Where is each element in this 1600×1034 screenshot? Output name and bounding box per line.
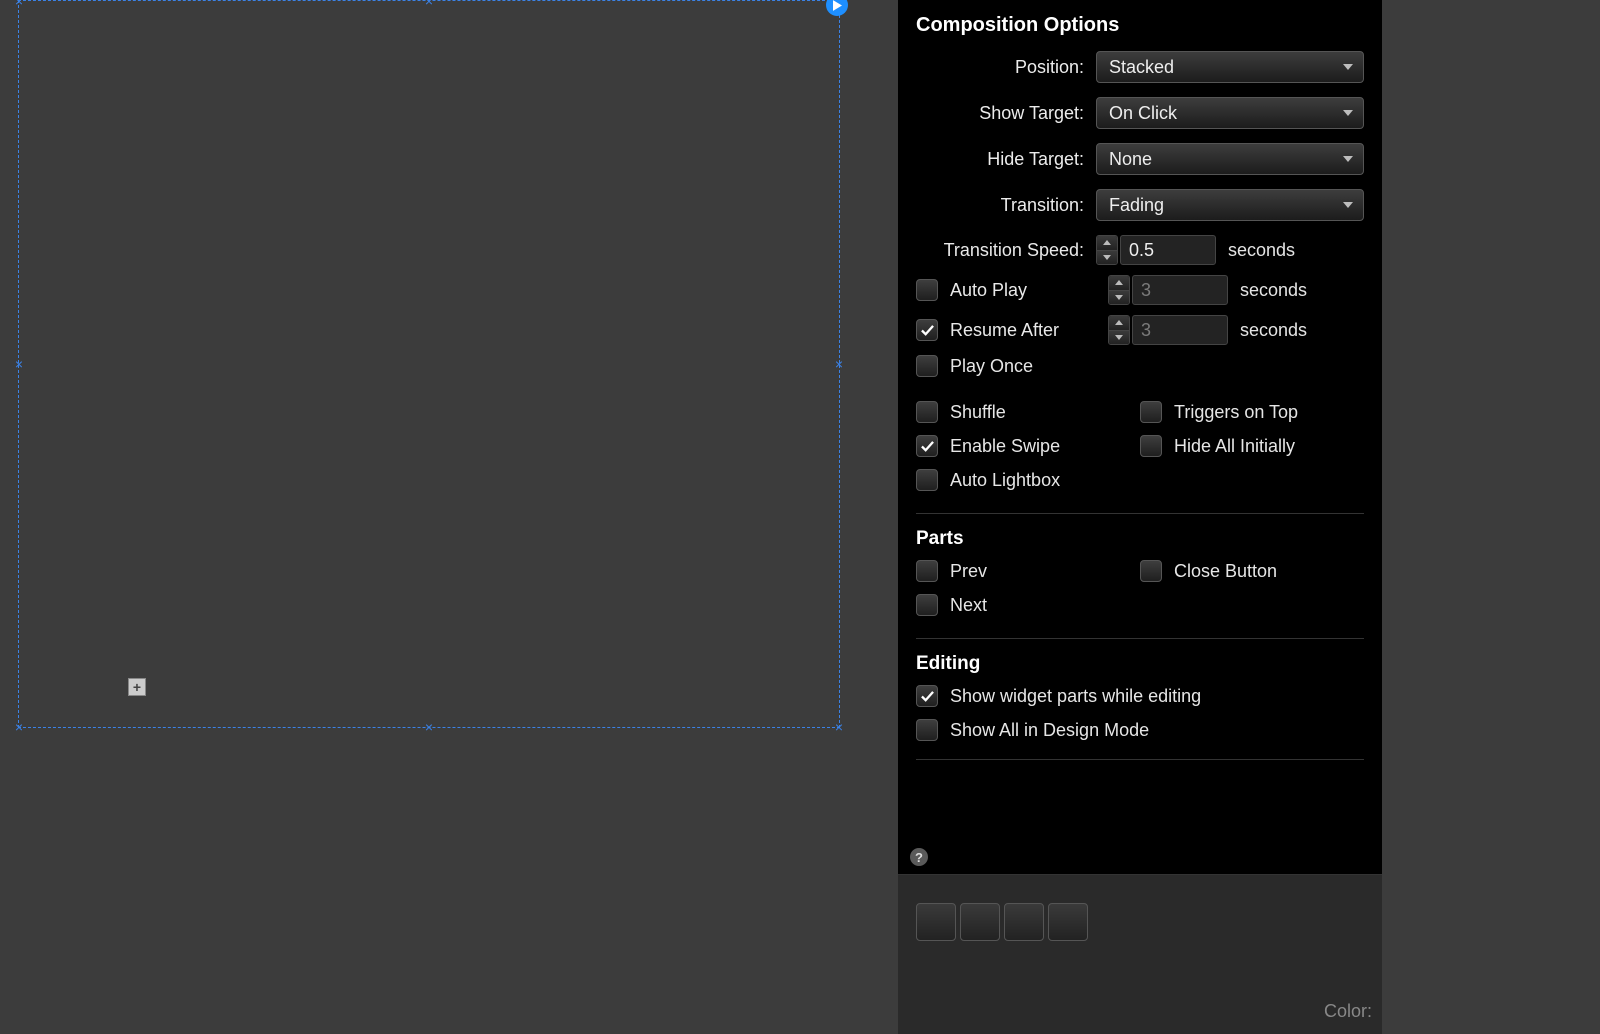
close-button-label: Close Button: [1174, 561, 1277, 582]
auto-play-label: Auto Play: [950, 280, 1027, 301]
auto-play-stepper[interactable]: [1108, 275, 1130, 305]
triggers-on-top-label: Triggers on Top: [1174, 402, 1298, 423]
show-all-design-label: Show All in Design Mode: [950, 720, 1149, 741]
color-label: Color:: [1324, 1001, 1372, 1022]
divider: [916, 759, 1364, 760]
transition-label: Transition:: [916, 195, 1096, 216]
hide-target-dropdown[interactable]: None: [1096, 143, 1364, 175]
position-value: Stacked: [1109, 57, 1174, 78]
transition-dropdown[interactable]: Fading: [1096, 189, 1364, 221]
footer-tab[interactable]: [916, 903, 956, 941]
show-target-label: Show Target:: [916, 103, 1096, 124]
next-checkbox[interactable]: [916, 594, 938, 616]
resize-handle-tm[interactable]: ×: [423, 0, 435, 7]
options-flyout-trigger-icon[interactable]: [826, 0, 848, 16]
footer-toolbar: Color:: [898, 875, 1382, 1034]
next-label: Next: [950, 595, 987, 616]
show-all-design-checkbox[interactable]: [916, 719, 938, 741]
play-once-checkbox[interactable]: [916, 355, 938, 377]
close-button-checkbox[interactable]: [1140, 560, 1162, 582]
resize-handle-bm[interactable]: ×: [423, 721, 435, 733]
position-dropdown[interactable]: Stacked: [1096, 51, 1364, 83]
chevron-down-icon: [1343, 64, 1353, 70]
transition-speed-stepper[interactable]: [1096, 235, 1118, 265]
resize-handle-tl[interactable]: ×: [13, 0, 25, 7]
show-parts-editing-label: Show widget parts while editing: [950, 686, 1201, 707]
resize-handle-bl[interactable]: ×: [13, 721, 25, 733]
chevron-down-icon: [1343, 202, 1353, 208]
selection-outline[interactable]: × × × × × × × ×: [18, 0, 840, 728]
shuffle-checkbox[interactable]: [916, 401, 938, 423]
position-label: Position:: [916, 57, 1096, 78]
panel-title: Composition Options: [916, 14, 1364, 37]
resize-handle-br[interactable]: ×: [833, 721, 845, 733]
resume-after-checkbox[interactable]: [916, 319, 938, 341]
resize-handle-mr[interactable]: ×: [833, 358, 845, 370]
auto-play-checkbox[interactable]: [916, 279, 938, 301]
footer-tab[interactable]: [1004, 903, 1044, 941]
show-target-value: On Click: [1109, 103, 1177, 124]
add-item-button[interactable]: +: [128, 678, 146, 696]
prev-label: Prev: [950, 561, 987, 582]
hide-all-initially-label: Hide All Initially: [1174, 436, 1295, 457]
parts-heading: Parts: [916, 528, 1364, 550]
shuffle-label: Shuffle: [950, 402, 1006, 423]
seconds-unit: seconds: [1240, 320, 1307, 341]
auto-play-field[interactable]: 3: [1132, 275, 1228, 305]
hide-target-label: Hide Target:: [916, 149, 1096, 170]
help-icon[interactable]: ?: [910, 848, 928, 866]
resume-after-field[interactable]: 3: [1132, 315, 1228, 345]
seconds-unit: seconds: [1228, 240, 1295, 261]
chevron-down-icon: [1343, 110, 1353, 116]
prev-checkbox[interactable]: [916, 560, 938, 582]
seconds-unit: seconds: [1240, 280, 1307, 301]
divider: [916, 638, 1364, 639]
transition-value: Fading: [1109, 195, 1164, 216]
canvas-area[interactable]: × × × × × × × × +: [0, 0, 878, 1034]
footer-tab[interactable]: [960, 903, 1000, 941]
composition-options-panel: Composition Options Position: Stacked Sh…: [898, 0, 1382, 875]
show-target-dropdown[interactable]: On Click: [1096, 97, 1364, 129]
hide-all-initially-checkbox[interactable]: [1140, 435, 1162, 457]
triggers-on-top-checkbox[interactable]: [1140, 401, 1162, 423]
show-parts-editing-checkbox[interactable]: [916, 685, 938, 707]
enable-swipe-checkbox[interactable]: [916, 435, 938, 457]
play-once-label: Play Once: [950, 356, 1033, 377]
resize-handle-ml[interactable]: ×: [13, 358, 25, 370]
transition-speed-label: Transition Speed:: [916, 240, 1096, 261]
editing-heading: Editing: [916, 653, 1364, 675]
divider: [916, 513, 1364, 514]
footer-tab[interactable]: [1048, 903, 1088, 941]
transition-speed-field[interactable]: 0.5: [1120, 235, 1216, 265]
enable-swipe-label: Enable Swipe: [950, 436, 1060, 457]
auto-lightbox-checkbox[interactable]: [916, 469, 938, 491]
resume-after-label: Resume After: [950, 320, 1059, 341]
auto-lightbox-label: Auto Lightbox: [950, 470, 1060, 491]
panel-gutter: [878, 0, 898, 1034]
resume-after-stepper[interactable]: [1108, 315, 1130, 345]
chevron-down-icon: [1343, 156, 1353, 162]
hide-target-value: None: [1109, 149, 1152, 170]
